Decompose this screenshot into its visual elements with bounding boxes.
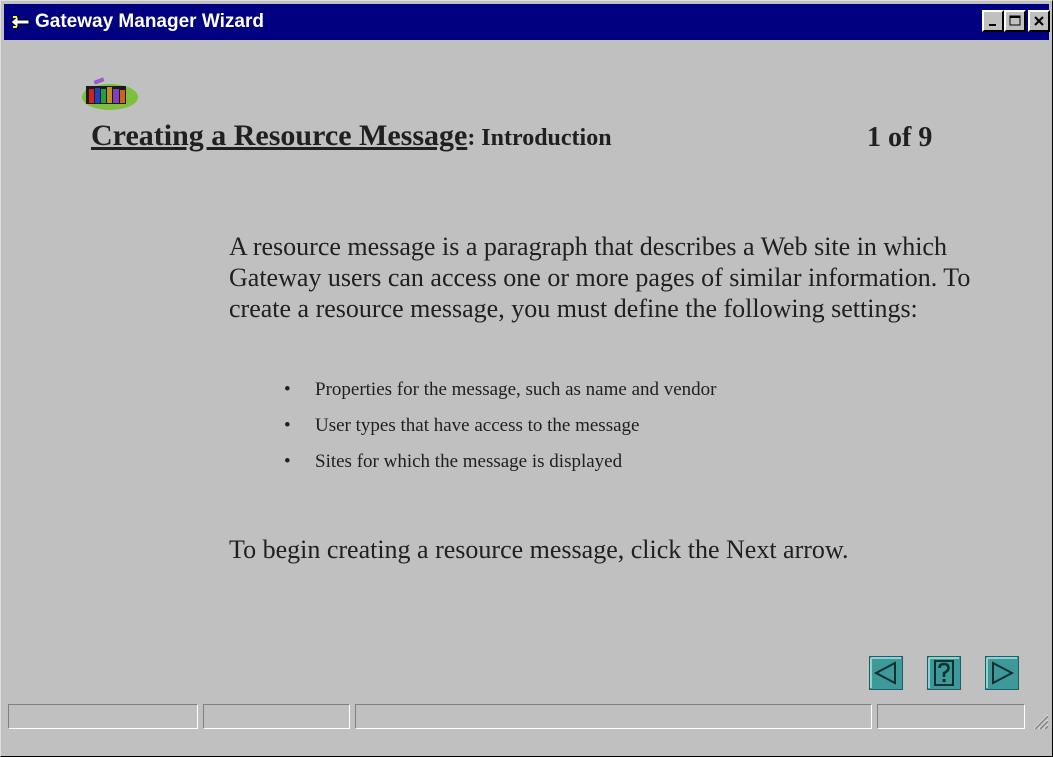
wizard-arrow-icon: [10, 14, 30, 30]
list-item-text: Properties for the message, such as name…: [315, 379, 717, 400]
status-pane: [203, 704, 350, 729]
maximize-button[interactable]: [1004, 10, 1026, 32]
heading-subtitle: : Introduction: [467, 125, 612, 151]
help-button[interactable]: [927, 656, 961, 690]
close-icon: [1034, 16, 1044, 26]
list-item: • Properties for the message, such as na…: [284, 377, 717, 413]
status-pane: [8, 704, 198, 729]
bullet-marker: •: [284, 379, 291, 400]
intro-paragraph: A resource message is a paragraph that d…: [229, 232, 971, 323]
settings-list: • Properties for the message, such as na…: [284, 377, 717, 485]
status-pane: [355, 704, 872, 729]
list-item-text: User types that have access to the messa…: [315, 415, 640, 436]
bullet-marker: •: [284, 451, 291, 472]
window-title: Gateway Manager Wizard: [35, 11, 264, 32]
list-item: • Sites for which the message is display…: [284, 449, 717, 485]
wizard-window: Gateway Manager Wizard Creating a Resour…: [0, 0, 1053, 757]
list-item-text: Sites for which the message is displayed: [315, 451, 623, 472]
bullet-marker: •: [284, 415, 291, 436]
wizard-content: Creating a Resource Message: Introductio…: [1, 41, 1052, 701]
title-bar[interactable]: Gateway Manager Wizard: [4, 4, 1050, 40]
page-counter: 1 of 9: [867, 122, 933, 153]
status-pane: [877, 704, 1025, 729]
minimize-icon: [989, 24, 996, 26]
page-heading: Creating a Resource Message: Introductio…: [91, 119, 612, 153]
resize-grip-icon[interactable]: [1031, 712, 1049, 730]
next-button[interactable]: [985, 656, 1019, 690]
instruction-text: To begin creating a resource message, cl…: [229, 535, 849, 564]
list-item: • User types that have access to the mes…: [284, 413, 717, 449]
heading-title: Creating a Resource Message: [91, 119, 468, 152]
books-computer-icon: [82, 77, 138, 110]
maximize-icon: [1009, 15, 1021, 26]
status-bar: [1, 704, 1052, 734]
minimize-button[interactable]: [982, 10, 1004, 32]
close-button[interactable]: [1028, 10, 1050, 32]
previous-button[interactable]: [869, 656, 903, 690]
